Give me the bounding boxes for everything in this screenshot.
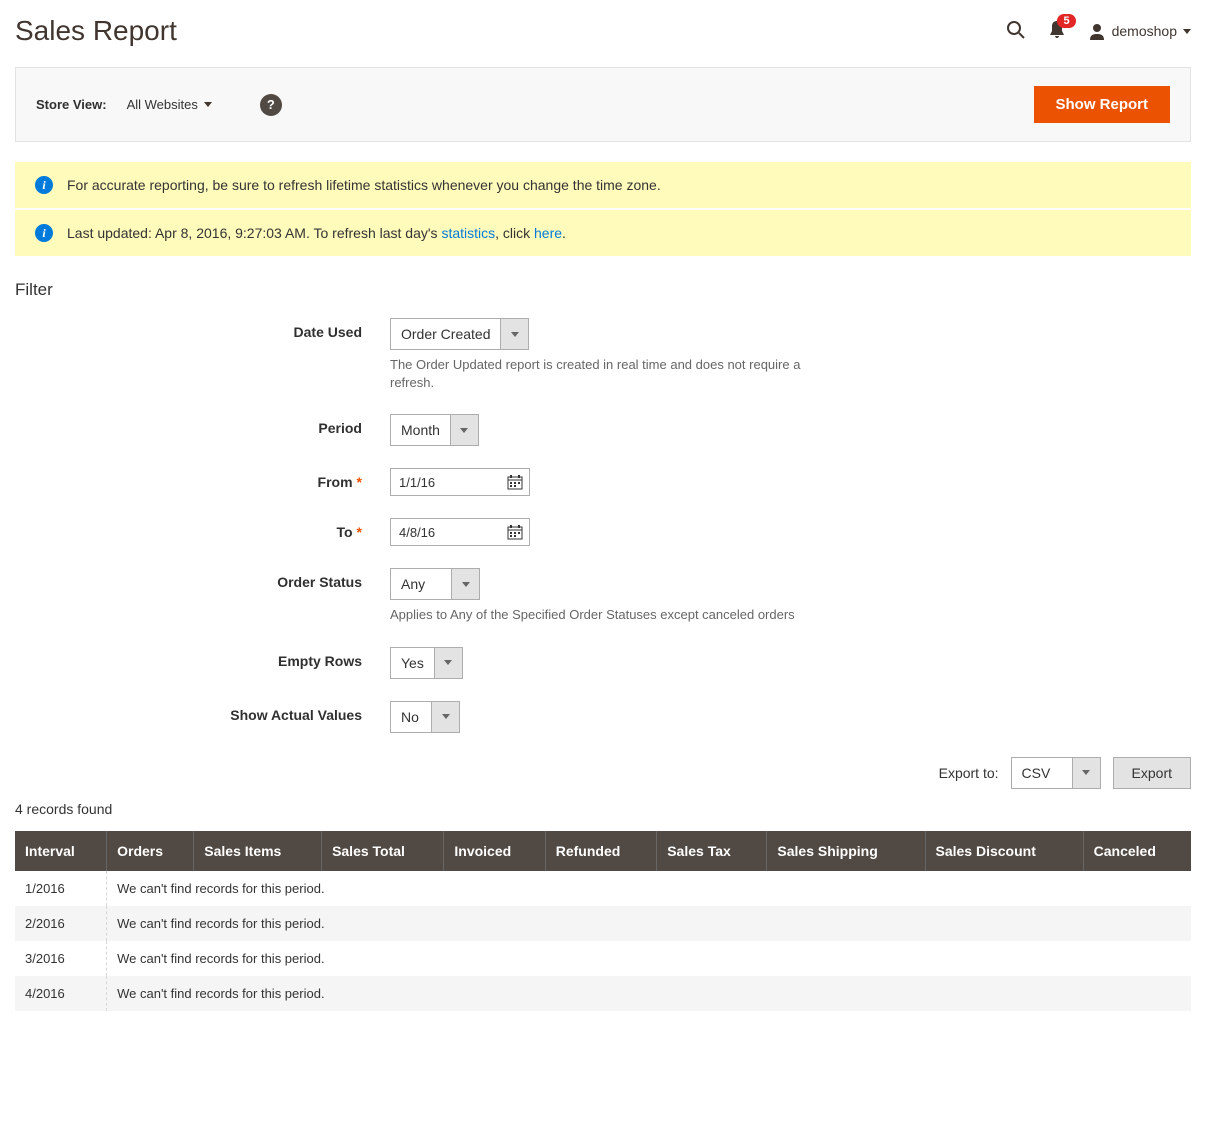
period-select[interactable]: Month <box>390 414 479 446</box>
chevron-down-icon <box>434 648 462 678</box>
results-table: IntervalOrdersSales ItemsSales TotalInvo… <box>15 831 1191 1011</box>
notice-timezone: i For accurate reporting, be sure to ref… <box>15 162 1191 208</box>
search-icon[interactable] <box>1006 20 1026 43</box>
period-label: Period <box>15 414 390 436</box>
help-icon[interactable]: ? <box>260 94 282 116</box>
order-status-select[interactable]: Any <box>390 568 480 600</box>
column-header[interactable]: Sales Total <box>322 831 444 871</box>
column-header[interactable]: Interval <box>15 831 107 871</box>
chevron-down-icon <box>450 415 478 445</box>
column-header[interactable]: Sales Items <box>194 831 322 871</box>
interval-cell: 4/2016 <box>15 976 107 1011</box>
interval-cell: 2/2016 <box>15 906 107 941</box>
username: demoshop <box>1112 23 1177 39</box>
from-date-input[interactable]: 1/1/16 <box>390 468 530 496</box>
from-label: From* <box>15 468 390 490</box>
show-actual-select[interactable]: No <box>390 701 460 733</box>
store-view-label: Store View: <box>36 97 107 112</box>
chevron-down-icon <box>1183 29 1191 34</box>
column-header[interactable]: Refunded <box>545 831 656 871</box>
empty-rows-select[interactable]: Yes <box>390 647 463 679</box>
chevron-down-icon <box>204 102 212 107</box>
order-status-label: Order Status <box>15 568 390 590</box>
export-to-label: Export to: <box>939 765 999 781</box>
date-used-select[interactable]: Order Created <box>390 318 529 350</box>
table-row: 4/2016We can't find records for this per… <box>15 976 1191 1011</box>
info-icon: i <box>35 224 53 242</box>
calendar-icon[interactable] <box>501 524 529 540</box>
chevron-down-icon <box>451 569 479 599</box>
show-actual-label: Show Actual Values <box>15 701 390 723</box>
chevron-down-icon <box>500 319 528 349</box>
interval-cell: 1/2016 <box>15 871 107 906</box>
column-header[interactable]: Canceled <box>1083 831 1191 871</box>
no-records-cell: We can't find records for this period. <box>107 906 1191 941</box>
chevron-down-icon <box>1072 758 1100 788</box>
show-report-button[interactable]: Show Report <box>1034 86 1171 123</box>
notice-last-updated: i Last updated: Apr 8, 2016, 9:27:03 AM.… <box>15 210 1191 256</box>
no-records-cell: We can't find records for this period. <box>107 976 1191 1011</box>
order-status-hint: Applies to Any of the Specified Order St… <box>390 606 830 624</box>
records-found: 4 records found <box>15 801 1191 817</box>
export-button[interactable]: Export <box>1113 757 1191 789</box>
interval-cell: 3/2016 <box>15 941 107 976</box>
page-title: Sales Report <box>15 15 177 47</box>
table-row: 2/2016We can't find records for this per… <box>15 906 1191 941</box>
column-header[interactable]: Orders <box>107 831 194 871</box>
column-header[interactable]: Sales Discount <box>925 831 1083 871</box>
column-header[interactable]: Invoiced <box>444 831 545 871</box>
chevron-down-icon <box>431 702 459 732</box>
empty-rows-label: Empty Rows <box>15 647 390 669</box>
notification-badge: 5 <box>1057 14 1075 28</box>
user-icon <box>1088 22 1106 40</box>
notifications-icon[interactable]: 5 <box>1048 20 1066 43</box>
date-used-hint: The Order Updated report is created in r… <box>390 356 830 392</box>
to-label: To* <box>15 518 390 540</box>
user-menu[interactable]: demoshop <box>1088 22 1191 40</box>
no-records-cell: We can't find records for this period. <box>107 941 1191 976</box>
no-records-cell: We can't find records for this period. <box>107 871 1191 906</box>
date-used-label: Date Used <box>15 318 390 340</box>
store-view-select[interactable]: All Websites <box>127 97 212 112</box>
table-row: 3/2016We can't find records for this per… <box>15 941 1191 976</box>
here-link[interactable]: here <box>534 225 562 241</box>
statistics-link[interactable]: statistics <box>441 225 495 241</box>
column-header[interactable]: Sales Shipping <box>767 831 925 871</box>
info-icon: i <box>35 176 53 194</box>
export-format-select[interactable]: CSV <box>1011 757 1101 789</box>
column-header[interactable]: Sales Tax <box>657 831 767 871</box>
to-date-input[interactable]: 4/8/16 <box>390 518 530 546</box>
table-row: 1/2016We can't find records for this per… <box>15 871 1191 906</box>
calendar-icon[interactable] <box>501 474 529 490</box>
filter-section-title: Filter <box>15 280 1191 300</box>
